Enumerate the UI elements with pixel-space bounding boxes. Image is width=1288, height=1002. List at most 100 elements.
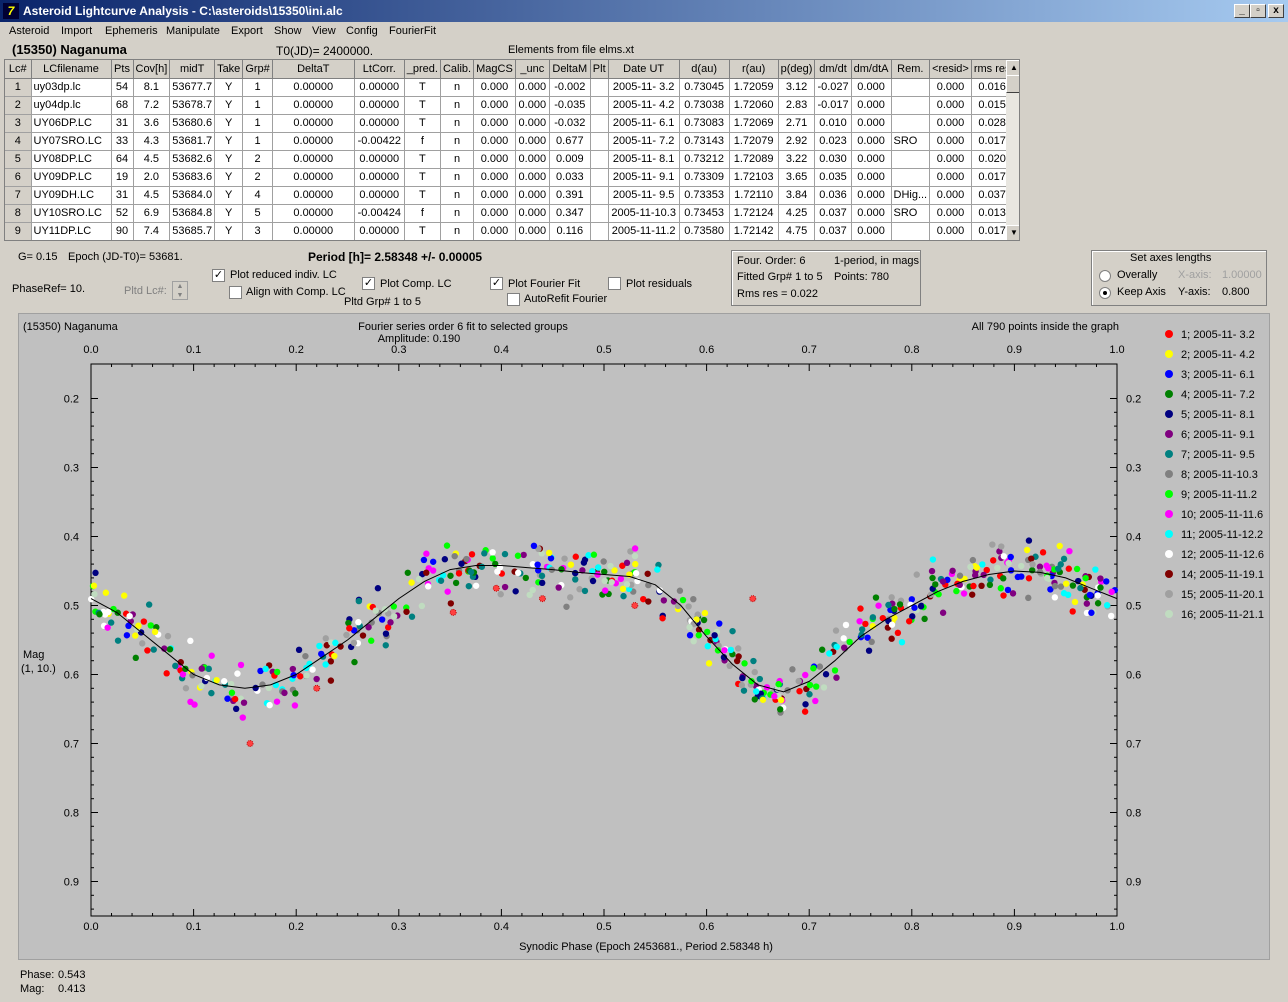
table-cell[interactable]: n: [440, 204, 475, 223]
table-cell[interactable]: 0.000: [929, 222, 972, 240]
table-cell[interactable]: [590, 114, 609, 133]
column-header[interactable]: _unc: [515, 60, 550, 79]
overally-radio[interactable]: [1099, 270, 1111, 282]
lightcurve-table[interactable]: Lc# LCfilename Pts Cov[h] midT Take Grp# DeltaT…: [4, 59, 1020, 241]
table-cell[interactable]: T: [404, 186, 441, 205]
table-cell[interactable]: n: [440, 168, 475, 187]
table-cell[interactable]: 2005-11- 9.1: [608, 168, 680, 187]
menu-export[interactable]: Export: [231, 25, 263, 37]
table-cell[interactable]: 1: [242, 78, 273, 97]
table-cell[interactable]: -0.032: [549, 114, 591, 133]
row-number[interactable]: 8: [5, 204, 32, 223]
table-cell[interactable]: 5: [242, 204, 273, 223]
table-cell[interactable]: 4.3: [133, 132, 171, 151]
table-row[interactable]: 1 uy03dp.lc 54 8.1 53677.7 Y 1 0.00000 0.00000 Tn…: [5, 78, 1014, 97]
table-cell[interactable]: 0.347: [549, 204, 591, 223]
column-header[interactable]: _pred.: [404, 60, 441, 79]
table-cell[interactable]: 0.000: [515, 222, 550, 240]
table-cell[interactable]: [590, 168, 609, 187]
table-cell[interactable]: 1.72060: [729, 96, 779, 115]
table-cell[interactable]: 4.5: [133, 150, 171, 169]
table-cell[interactable]: 0.000: [851, 132, 892, 151]
column-header[interactable]: midT: [169, 60, 216, 79]
table-cell[interactable]: 54: [111, 78, 134, 97]
column-header[interactable]: LCfilename: [31, 60, 112, 79]
table-cell[interactable]: 1.72142: [729, 222, 779, 240]
table-cell[interactable]: 3: [242, 222, 273, 240]
column-header[interactable]: LtCorr.: [354, 60, 405, 79]
table-cell[interactable]: 0.000: [929, 114, 972, 133]
table-cell[interactable]: n: [440, 114, 475, 133]
table-cell[interactable]: 2005-11- 6.1: [608, 114, 680, 133]
table-cell[interactable]: 53685.7: [169, 222, 216, 240]
table-cell[interactable]: UY06DP.LC: [31, 114, 112, 133]
table-cell[interactable]: -0.002: [549, 78, 591, 97]
table-cell[interactable]: n: [440, 150, 475, 169]
x-axis-value[interactable]: 1.00000: [1222, 269, 1262, 281]
menu-import[interactable]: Import: [61, 25, 92, 37]
plot-reduced-checkbox[interactable]: ✓: [212, 269, 225, 282]
table-cell[interactable]: 2: [242, 168, 273, 187]
table-cell[interactable]: 0.000: [515, 96, 550, 115]
table-cell[interactable]: 0.023: [814, 132, 852, 151]
table-cell[interactable]: n: [440, 186, 475, 205]
table-cell[interactable]: 6.9: [133, 204, 171, 223]
table-cell[interactable]: 31: [111, 186, 134, 205]
table-scrollbar[interactable]: ▲ ▼: [1006, 60, 1019, 240]
table-cell[interactable]: 64: [111, 150, 134, 169]
table-cell[interactable]: 53684.8: [169, 204, 216, 223]
column-header[interactable]: r(au): [729, 60, 779, 79]
table-cell[interactable]: 7.2: [133, 96, 171, 115]
column-header[interactable]: Cov[h]: [133, 60, 171, 79]
table-cell[interactable]: 33: [111, 132, 134, 151]
row-number[interactable]: 4: [5, 132, 32, 151]
table-cell[interactable]: 0.73353: [679, 186, 730, 205]
table-cell[interactable]: UY08DP.LC: [31, 150, 112, 169]
column-header[interactable]: Rem.: [891, 60, 931, 79]
row-number[interactable]: 6: [5, 168, 32, 187]
table-cell[interactable]: [590, 96, 609, 115]
table-cell[interactable]: [590, 222, 609, 240]
table-cell[interactable]: 0.035: [814, 168, 852, 187]
table-cell[interactable]: 1: [242, 132, 273, 151]
table-cell[interactable]: 1: [242, 96, 273, 115]
table-cell[interactable]: 2005-11- 4.2: [608, 96, 680, 115]
table-cell[interactable]: 2005-11- 8.1: [608, 150, 680, 169]
table-cell[interactable]: 0.000: [473, 96, 516, 115]
table-cell[interactable]: 0.116: [549, 222, 591, 240]
table-cell[interactable]: 2: [242, 150, 273, 169]
table-cell[interactable]: 0.000: [851, 114, 892, 133]
table-cell[interactable]: 1.72103: [729, 168, 779, 187]
table-cell[interactable]: n: [440, 78, 475, 97]
table-cell[interactable]: 0.00000: [354, 96, 405, 115]
table-cell[interactable]: uy04dp.lc: [31, 96, 112, 115]
menu-manipulate[interactable]: Manipulate: [166, 25, 220, 37]
menu-fourierfit[interactable]: FourierFit: [389, 25, 436, 37]
table-cell[interactable]: -0.017: [814, 96, 852, 115]
table-cell[interactable]: 0.73580: [679, 222, 730, 240]
table-cell[interactable]: [590, 132, 609, 151]
table-cell[interactable]: 2005-11-10.3: [608, 204, 680, 223]
table-cell[interactable]: 0.000: [473, 186, 516, 205]
table-cell[interactable]: 4.5: [133, 186, 171, 205]
table-cell[interactable]: -0.027: [814, 78, 852, 97]
table-cell[interactable]: 0.000: [473, 150, 516, 169]
table-cell[interactable]: n: [440, 96, 475, 115]
table-row[interactable]: 5 UY08DP.LC 64 4.5 53682.6 Y 2 0.00000 0.00000 Tn…: [5, 150, 1014, 169]
row-number[interactable]: 9: [5, 222, 32, 240]
table-cell[interactable]: 4.25: [778, 204, 816, 223]
table-cell[interactable]: T: [404, 222, 441, 240]
table-cell[interactable]: 2.83: [778, 96, 816, 115]
table-cell[interactable]: 0.00000: [272, 186, 355, 205]
table-cell[interactable]: SRO: [891, 204, 931, 223]
table-cell[interactable]: 0.00000: [272, 222, 355, 240]
table-cell[interactable]: T: [404, 168, 441, 187]
table-cell[interactable]: UY09DP.LC: [31, 168, 112, 187]
column-header[interactable]: Date UT: [608, 60, 680, 79]
menu-show[interactable]: Show: [274, 25, 302, 37]
column-header[interactable]: Grp#: [242, 60, 273, 79]
table-cell[interactable]: 68: [111, 96, 134, 115]
table-cell[interactable]: 1.72079: [729, 132, 779, 151]
table-cell[interactable]: Y: [214, 150, 244, 169]
restore-button[interactable]: ▫: [1250, 4, 1266, 18]
